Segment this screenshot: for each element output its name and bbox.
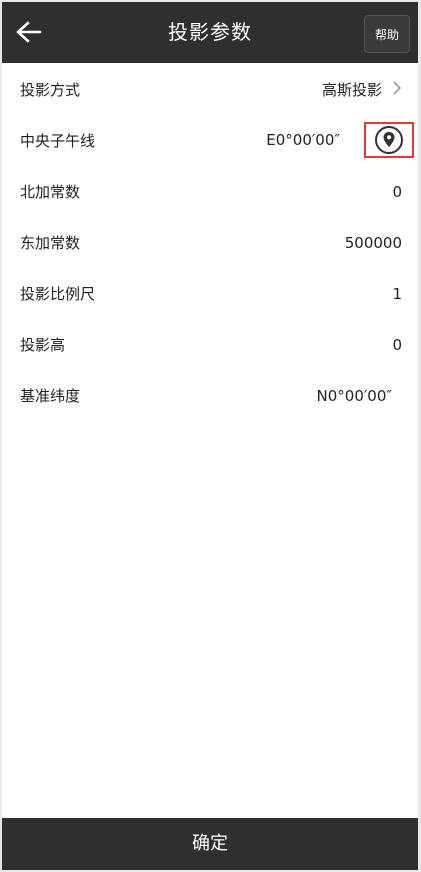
confirm-button[interactable]: 确定 bbox=[2, 818, 418, 870]
row-reference-latitude[interactable]: 基准纬度 N0°00′00″ bbox=[2, 370, 418, 421]
row-scale-factor[interactable]: 投影比例尺 1 bbox=[2, 268, 418, 319]
top-bar: 投影参数 帮助 bbox=[2, 2, 418, 63]
row-value: 1 bbox=[392, 284, 402, 303]
row-projection-method[interactable]: 投影方式 高斯投影 bbox=[2, 64, 418, 115]
row-value: N0°00′00″ bbox=[316, 386, 392, 405]
row-label: 投影方式 bbox=[20, 81, 81, 99]
back-button[interactable] bbox=[8, 12, 48, 52]
row-label: 中央子午线 bbox=[20, 132, 96, 150]
row-label: 投影高 bbox=[20, 336, 66, 354]
row-false-easting[interactable]: 东加常数 500000 bbox=[2, 217, 418, 268]
row-false-northing[interactable]: 北加常数 0 bbox=[2, 166, 418, 217]
row-value: 500000 bbox=[344, 233, 402, 252]
row-value: E0°00′00″ bbox=[266, 131, 340, 149]
row-label: 东加常数 bbox=[20, 234, 81, 252]
arrow-left-icon bbox=[16, 21, 42, 43]
chevron-right-icon bbox=[392, 80, 402, 100]
parameter-list: 投影方式 高斯投影 中央子午线 E0°00′00″ 北加常数 0 东加常数 50… bbox=[2, 64, 418, 421]
page-title: 投影参数 bbox=[168, 20, 252, 44]
row-central-meridian[interactable]: 中央子午线 E0°00′00″ bbox=[2, 115, 418, 166]
row-value: 0 bbox=[392, 182, 402, 201]
row-label: 基准纬度 bbox=[20, 387, 81, 405]
row-projection-height[interactable]: 投影高 0 bbox=[2, 319, 418, 370]
screen: 投影参数 帮助 投影方式 高斯投影 中央子午线 E0°00′00″ 北加常数 0… bbox=[2, 2, 418, 870]
location-pin-icon bbox=[375, 126, 403, 154]
locate-button[interactable] bbox=[364, 122, 414, 158]
device-frame: 投影参数 帮助 投影方式 高斯投影 中央子午线 E0°00′00″ 北加常数 0… bbox=[0, 0, 421, 872]
row-value: 0 bbox=[392, 335, 402, 354]
row-value: 高斯投影 bbox=[321, 81, 382, 99]
row-label: 投影比例尺 bbox=[20, 285, 96, 303]
help-button[interactable]: 帮助 bbox=[364, 15, 410, 53]
row-label: 北加常数 bbox=[20, 183, 81, 201]
